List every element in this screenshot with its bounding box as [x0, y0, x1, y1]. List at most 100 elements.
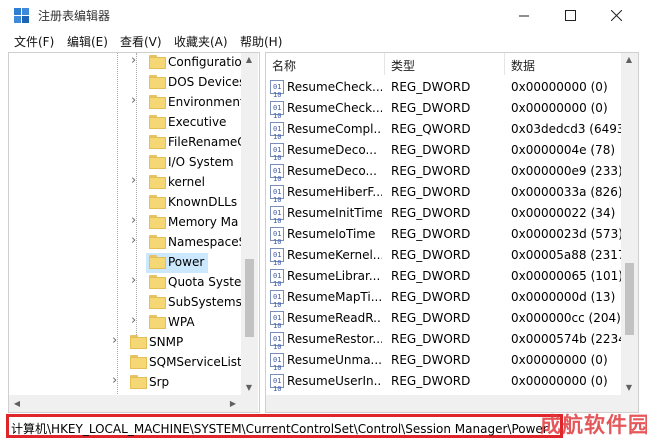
- tree-item[interactable]: › Environment: [9, 93, 245, 113]
- value-row[interactable]: 01 10 ResumeHiberF... REG_DWORD 0x0000033a (…: [266, 182, 621, 204]
- tree-item[interactable]: › NamespaceS: [9, 233, 246, 253]
- values-vertical-scrollbar[interactable]: ▲ ▼: [621, 53, 638, 395]
- close-icon: [610, 9, 622, 21]
- tree-item[interactable]: › Srp: [9, 373, 241, 393]
- value-row[interactable]: 01 10 ResumeDeco... REG_DWORD 0x000000e9 (23…: [266, 161, 621, 183]
- tree-item-label: WPA: [168, 315, 195, 329]
- value-name: ResumeCheck...: [287, 80, 382, 94]
- tree-item[interactable]: I/O System: [9, 153, 241, 173]
- title-bar: 注册表编辑器: [0, 0, 647, 30]
- scroll-down-icon[interactable]: ▼: [621, 383, 637, 392]
- value-type: REG_DWORD: [391, 311, 471, 325]
- folder-icon: [149, 55, 166, 69]
- window-title: 注册表编辑器: [38, 9, 111, 23]
- tree-item-label: Srp: [149, 375, 170, 389]
- tree-item-label: Quota Syster: [168, 275, 247, 289]
- tree-vertical-scrollbar[interactable]: ▲ ▼: [241, 53, 258, 395]
- minimize-icon: [518, 15, 529, 16]
- tree-item[interactable]: › SNMP: [9, 333, 241, 353]
- folder-icon: [149, 155, 166, 169]
- column-header-data[interactable]: 数据: [511, 57, 535, 79]
- column-divider[interactable]: [384, 53, 385, 75]
- values-scroll-thumb[interactable]: [625, 263, 634, 335]
- value-row[interactable]: 01 10 ResumeCheck... REG_DWORD 0x00000000 (0…: [266, 98, 621, 120]
- binary-value-icon: 01 10: [270, 122, 284, 141]
- value-row[interactable]: 01 10 ResumeIoTime REG_DWORD 0x0000023d (573…: [266, 224, 621, 246]
- column-header-name[interactable]: 名称: [272, 57, 296, 79]
- expand-arrow-icon[interactable]: ›: [131, 273, 136, 288]
- scroll-up-icon[interactable]: ▲: [621, 55, 637, 64]
- maximize-button[interactable]: [547, 0, 593, 30]
- minimize-button[interactable]: [501, 0, 547, 30]
- value-type: REG_DWORD: [391, 101, 471, 115]
- key-tree-pane[interactable]: › Configuratio DOS Devices › Environment Exec…: [8, 52, 260, 413]
- expand-arrow-icon[interactable]: ›: [131, 213, 136, 228]
- binary-value-icon: 01 10: [270, 80, 284, 99]
- value-type: REG_DWORD: [391, 290, 471, 304]
- tree-item[interactable]: › kernel: [9, 173, 241, 193]
- value-row[interactable]: 01 10 ResumeUserIn... REG_DWORD 0x00000000 (…: [266, 371, 621, 393]
- tree-item[interactable]: SQMServiceList: [9, 353, 242, 373]
- value-row[interactable]: 01 10 ResumeCheck... REG_DWORD 0x00000000 (0…: [266, 77, 621, 99]
- registry-editor-icon: [14, 8, 29, 23]
- binary-value-icon: 01 10: [270, 101, 284, 120]
- scroll-down-icon[interactable]: ▼: [241, 383, 257, 392]
- value-type: REG_DWORD: [391, 80, 471, 94]
- tree-item-label: Configuratio: [168, 55, 242, 69]
- value-row[interactable]: 01 10 ResumeRestor... REG_DWORD 0x0000574b (…: [266, 329, 621, 351]
- expand-arrow-icon[interactable]: ›: [112, 333, 117, 348]
- tree-scroll-thumb[interactable]: [245, 259, 254, 337]
- binary-value-icon: 01 10: [270, 185, 284, 204]
- value-type: REG_DWORD: [391, 143, 471, 157]
- column-header-type[interactable]: 类型: [391, 57, 415, 79]
- menu-help[interactable]: 帮助(H): [240, 33, 282, 50]
- tree-item[interactable]: SubSystems: [9, 293, 242, 313]
- value-row[interactable]: 01 10 ResumeMapTi... REG_DWORD 0x0000000d (1…: [266, 287, 621, 309]
- tree-item[interactable]: › Quota Syster: [9, 273, 246, 293]
- value-row[interactable]: 01 10 ResumeUnma... REG_DWORD 0x00000000 (0): [266, 350, 621, 372]
- expand-arrow-icon[interactable]: ›: [131, 173, 136, 188]
- column-divider[interactable]: [504, 53, 505, 75]
- menu-file[interactable]: 文件(F): [14, 33, 54, 50]
- tree-item[interactable]: › Configuratio: [9, 53, 242, 73]
- status-bar: 计算机\HKEY_LOCAL_MACHINE\SYSTEM\CurrentCon…: [6, 414, 563, 438]
- tree-item[interactable]: FileRenameC: [9, 133, 246, 153]
- folder-icon: [149, 255, 166, 269]
- value-row[interactable]: 01 10 ResumeLibrar... REG_DWORD 0x00000065 (…: [266, 266, 621, 288]
- tree-item[interactable]: DOS Devices: [9, 73, 245, 93]
- registry-editor-window: 注册表编辑器 文件(F) 编辑(E) 查看(V) 收藏夹(A) 帮助(H) › C…: [0, 0, 647, 446]
- values-list-pane[interactable]: 名称 类型 数据 01 10 ResumeCheck... REG_DWORD 0x00…: [265, 52, 639, 413]
- close-button[interactable]: [593, 0, 639, 30]
- expand-arrow-icon[interactable]: ›: [112, 373, 117, 388]
- scroll-left-icon[interactable]: ◀: [9, 399, 25, 408]
- tree-horizontal-scrollbar[interactable]: ◀ ▶: [9, 395, 258, 412]
- binary-value-icon: 01 10: [270, 164, 284, 183]
- folder-icon: [149, 75, 166, 89]
- value-row[interactable]: 01 10 ResumeDeco... REG_DWORD 0x0000004e (78…: [266, 140, 621, 162]
- expand-arrow-icon[interactable]: ›: [131, 313, 136, 328]
- tree-item[interactable]: › Memory Ma: [9, 213, 241, 233]
- value-row[interactable]: 01 10 ResumeInitTime REG_DWORD 0x00000022 (3…: [266, 203, 621, 225]
- tree-item-label: Environment: [168, 95, 245, 109]
- tree-item[interactable]: › WPA: [9, 313, 241, 333]
- tree-item[interactable]: KnownDLLs: [9, 193, 241, 213]
- tree-item[interactable]: Power: [9, 253, 241, 273]
- menu-favorites[interactable]: 收藏夹(A): [174, 33, 228, 50]
- value-row[interactable]: 01 10 ResumeCompl... REG_QWORD 0x03dedcd3 (6…: [266, 119, 621, 141]
- binary-value-icon: 01 10: [270, 227, 284, 246]
- scroll-right-icon[interactable]: ▶: [225, 399, 241, 408]
- value-row[interactable]: 01 10 ResumeKernel... REG_DWORD 0x00005a88 (…: [266, 245, 621, 267]
- value-data: 0x00000000 (0): [511, 374, 608, 388]
- value-name: ResumeDeco...: [287, 164, 377, 178]
- expand-arrow-icon[interactable]: ›: [131, 93, 136, 108]
- binary-value-icon: 01 10: [270, 248, 284, 267]
- value-type: REG_QWORD: [391, 122, 471, 136]
- menu-edit[interactable]: 编辑(E): [67, 33, 108, 50]
- tree-item[interactable]: Executive: [9, 113, 241, 133]
- expand-arrow-icon[interactable]: ›: [131, 53, 136, 68]
- menu-view[interactable]: 查看(V): [120, 33, 162, 50]
- scroll-up-icon[interactable]: ▲: [241, 55, 257, 64]
- value-name: ResumeIoTime: [287, 227, 376, 241]
- expand-arrow-icon[interactable]: ›: [131, 233, 136, 248]
- value-row[interactable]: 01 10 ResumeReadR... REG_DWORD 0x000000cc (2…: [266, 308, 621, 330]
